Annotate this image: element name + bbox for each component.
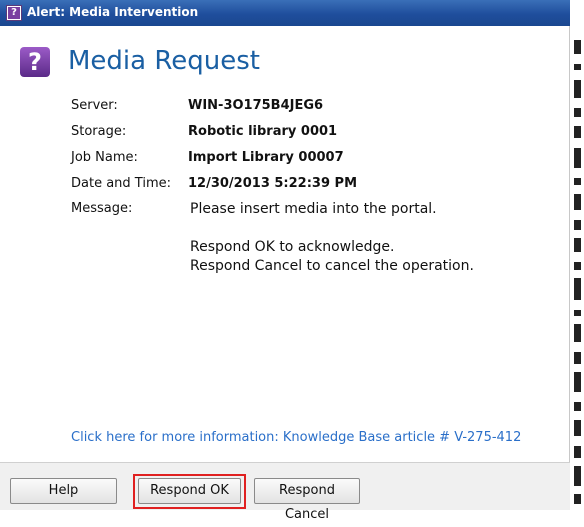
date-time-label: Date and Time: <box>71 176 171 191</box>
page-title: Media Request <box>68 46 260 76</box>
button-bar: Help Respond OK Respond Cancel <box>0 462 570 522</box>
server-value: WIN-3O175B4JEG6 <box>188 98 324 113</box>
help-button[interactable]: Help <box>10 478 117 504</box>
background-window-edge <box>571 0 584 510</box>
server-label: Server: <box>71 98 118 113</box>
storage-label: Storage: <box>71 124 127 139</box>
respond-ok-button[interactable]: Respond OK <box>138 478 241 504</box>
alert-dialog: ? Alert: Media Intervention ? Media Requ… <box>0 0 570 522</box>
message-line-3: Respond Cancel to cancel the operation. <box>190 258 474 274</box>
job-name-label: Job Name: <box>71 150 138 165</box>
question-icon: ? <box>20 47 50 77</box>
window-title: Alert: Media Intervention <box>27 5 199 19</box>
job-name-value: Import Library 00007 <box>188 150 344 165</box>
message-label: Message: <box>71 201 133 216</box>
knowledge-base-link[interactable]: Click here for more information: Knowled… <box>71 430 521 445</box>
date-time-value: 12/30/2013 5:22:39 PM <box>188 176 357 191</box>
title-bar[interactable]: ? Alert: Media Intervention <box>0 0 570 26</box>
respond-cancel-button[interactable]: Respond Cancel <box>254 478 360 522</box>
storage-value: Robotic library 0001 <box>188 124 338 139</box>
alert-app-icon: ? <box>6 5 22 21</box>
message-line-1: Please insert media into the portal. <box>190 201 437 217</box>
message-line-2: Respond OK to acknowledge. <box>190 239 395 255</box>
